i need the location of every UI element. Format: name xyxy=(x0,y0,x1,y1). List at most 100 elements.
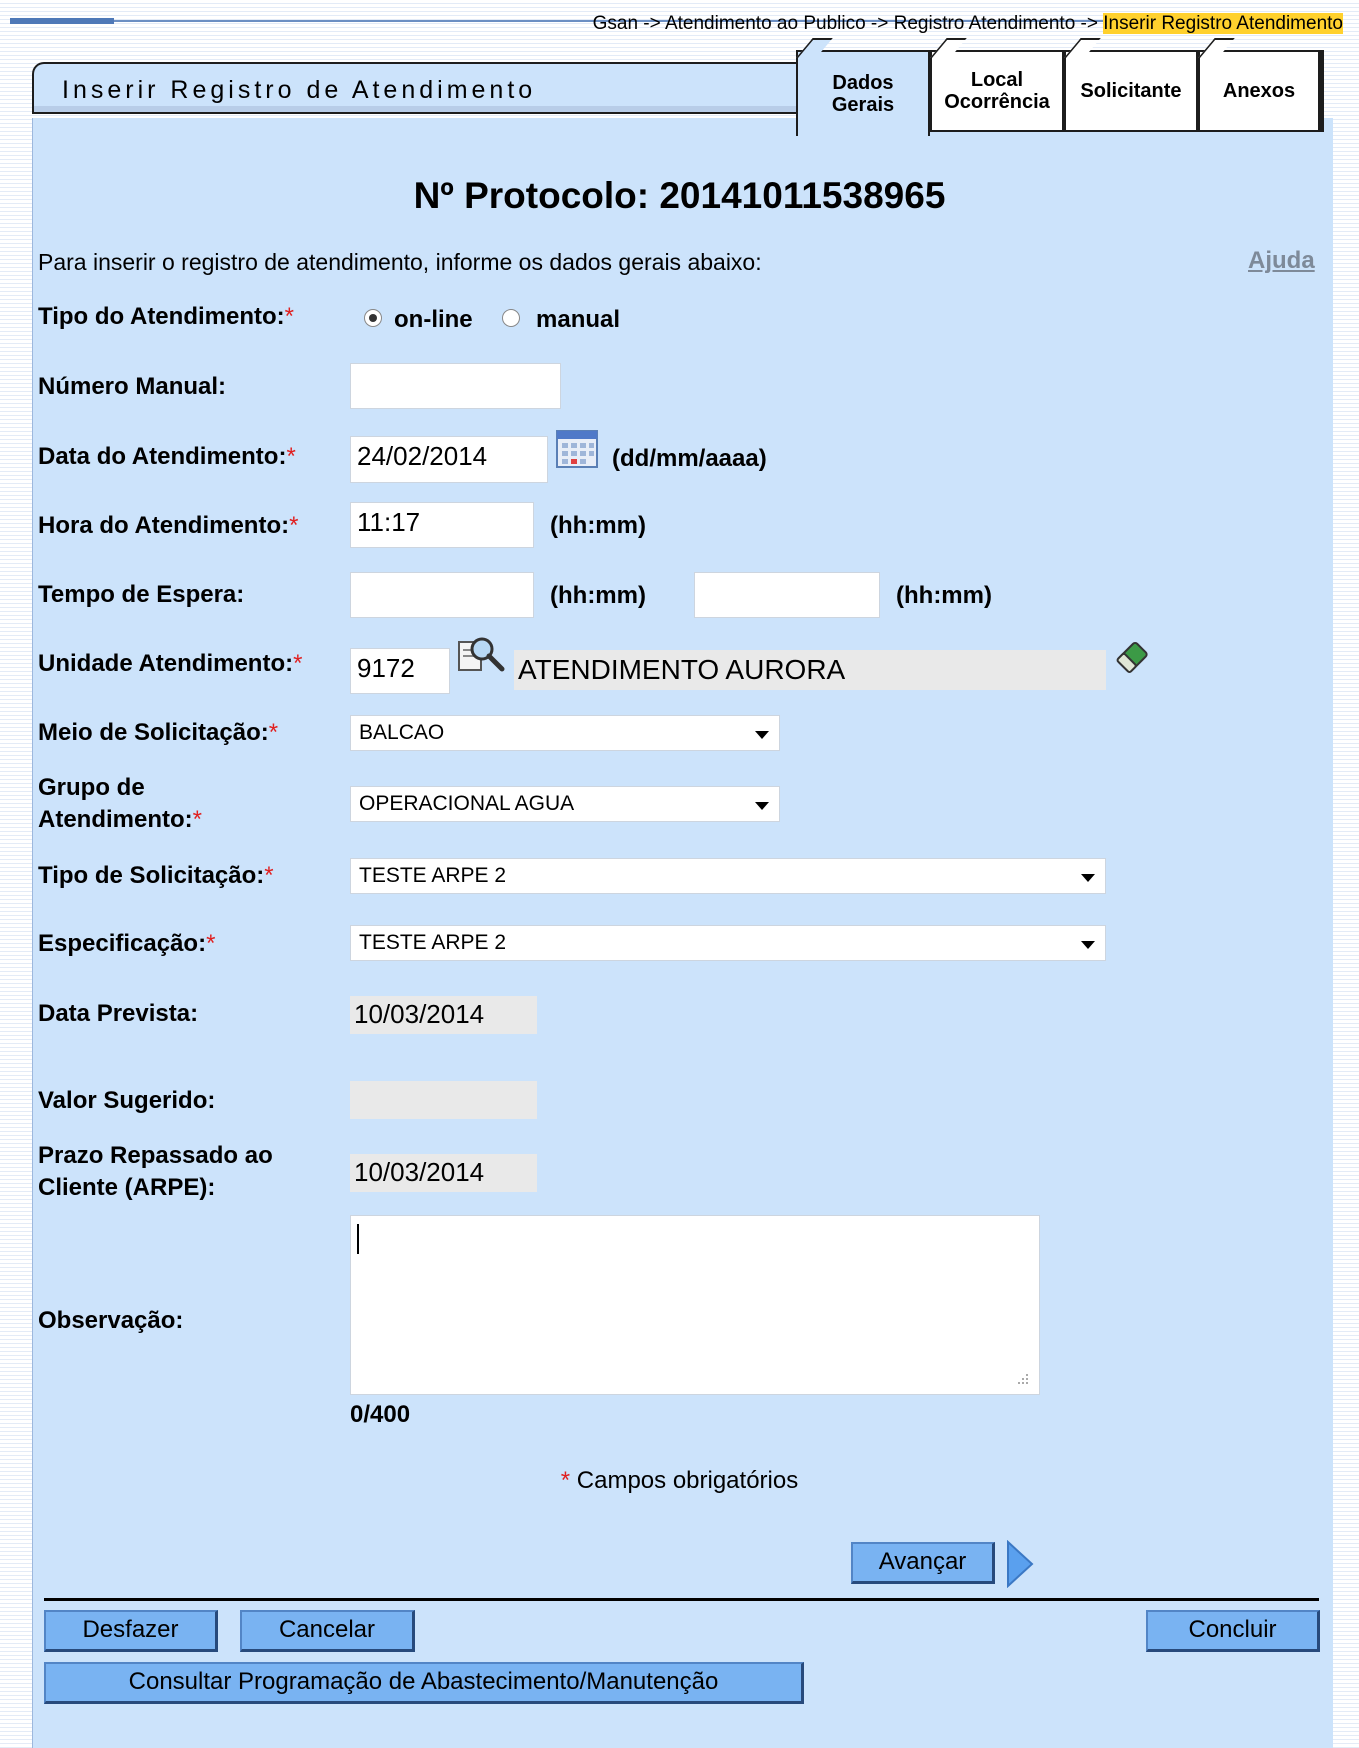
required-marker: * xyxy=(560,1467,571,1494)
tab-dados-gerais[interactable]: Dados Gerais xyxy=(796,38,930,136)
consultar-programacao-button[interactable]: Consultar Programação de Abastecimento/M… xyxy=(44,1662,804,1704)
footer-divider xyxy=(44,1598,1319,1601)
window-title-bar: Inserir Registro de Atendimento xyxy=(32,62,796,114)
calendar-icon[interactable] xyxy=(556,430,598,468)
tab-notch xyxy=(930,38,967,58)
tab-label: Dados xyxy=(832,72,894,94)
radio-manual-label: manual xyxy=(536,306,621,333)
select-value: TESTE ARPE 2 xyxy=(359,931,507,954)
label-tempo-espera: Tempo de Espera: xyxy=(38,581,245,608)
required-marker: * xyxy=(264,862,274,889)
label-observacao: Observação: xyxy=(38,1307,184,1334)
label-hora-atendimento: Hora do Atendimento:* xyxy=(38,511,298,541)
label-text: Atendimento: xyxy=(38,806,193,833)
prazo-repassado-display: 10/03/2014 xyxy=(350,1154,537,1192)
label-valor-sugerido: Valor Sugerido: xyxy=(38,1087,216,1114)
select-value: OPERACIONAL AGUA xyxy=(359,792,575,815)
hora-format-hint: (hh:mm) xyxy=(550,512,646,539)
intro-text: Para inserir o registro de atendimento, … xyxy=(38,249,762,275)
valor-sugerido-display xyxy=(350,1081,537,1119)
label-text: Hora do Atendimento: xyxy=(38,512,290,539)
required-marker: * xyxy=(192,806,202,833)
tab-notch xyxy=(1064,38,1101,58)
label-text: Cliente (ARPE): xyxy=(38,1174,216,1201)
required-note-text: Campos obrigatórios xyxy=(576,1467,799,1494)
required-marker: * xyxy=(286,443,296,470)
label-especificacao: Especificação:* xyxy=(38,929,215,959)
label-unidade-atendimento: Unidade Atendimento:* xyxy=(38,649,302,679)
chevron-down-icon xyxy=(1081,874,1095,882)
label-text: Especificação: xyxy=(38,930,207,957)
breadcrumb: Gsan -> Atendimento ao Publico -> Regist… xyxy=(593,12,1343,36)
data-prevista-display: 10/03/2014 xyxy=(350,996,537,1034)
observacao-textarea[interactable] xyxy=(350,1215,1040,1395)
label-meio-solicitacao: Meio de Solicitação:* xyxy=(38,718,278,748)
tipo-solicitacao-select[interactable]: TESTE ARPE 2 xyxy=(350,858,1106,894)
tab-label: Anexos xyxy=(1222,80,1296,102)
unidade-codigo-input[interactable]: 9172 xyxy=(350,648,450,694)
tempo-espera-hint-2: (hh:mm) xyxy=(896,582,992,609)
required-marker: * xyxy=(206,930,216,957)
tempo-espera-inicio-input[interactable] xyxy=(350,572,534,618)
label-text: Meio de Solicitação: xyxy=(38,719,269,746)
radio-manual[interactable] xyxy=(502,309,520,327)
chevron-down-icon xyxy=(755,802,769,810)
tab-label: Local xyxy=(970,69,1024,91)
breadcrumb-path: Gsan -> Atendimento ao Publico -> Regist… xyxy=(592,13,1104,34)
chevron-down-icon xyxy=(755,731,769,739)
label-prazo-repassado: Prazo Repassado ao Cliente (ARPE): xyxy=(38,1140,273,1204)
desfazer-button[interactable]: Desfazer xyxy=(44,1610,218,1652)
tab-local-ocorrencia[interactable]: Local Ocorrência xyxy=(930,38,1064,132)
window-title: Inserir Registro de Atendimento xyxy=(62,76,537,104)
label-tipo-solicitacao: Tipo de Solicitação:* xyxy=(38,861,274,891)
tab-notch xyxy=(1198,38,1235,58)
label-text: Grupo de xyxy=(38,774,145,801)
tab-label: Gerais xyxy=(831,94,895,116)
avancar-button[interactable]: Avançar xyxy=(851,1542,995,1584)
especificacao-select[interactable]: TESTE ARPE 2 xyxy=(350,925,1106,961)
radio-online-label: on-line xyxy=(394,306,473,333)
hora-atendimento-input[interactable]: 11:17 xyxy=(350,502,534,548)
data-atendimento-input[interactable]: 24/02/2014 xyxy=(350,436,548,483)
protocol-number: Nº Protocolo: 20141011538965 xyxy=(413,175,946,216)
data-format-hint: (dd/mm/aaaa) xyxy=(612,445,767,472)
concluir-button[interactable]: Concluir xyxy=(1146,1610,1320,1652)
numero-manual-input[interactable] xyxy=(350,363,561,409)
label-text: Data do Atendimento: xyxy=(38,443,287,470)
tab-solicitante[interactable]: Solicitante xyxy=(1064,38,1198,132)
unidade-nome-display: ATENDIMENTO AURORA xyxy=(514,650,1106,690)
meio-solicitacao-select[interactable]: BALCAO xyxy=(350,715,780,751)
magnifier-search-icon[interactable] xyxy=(456,632,506,682)
select-value: TESTE ARPE 2 xyxy=(359,864,507,887)
text-cursor xyxy=(357,1224,359,1254)
resize-grip-icon[interactable] xyxy=(1012,1370,1030,1388)
tempo-espera-fim-input[interactable] xyxy=(694,572,880,618)
tab-anexos[interactable]: Anexos xyxy=(1198,38,1324,132)
label-tipo-atendimento: Tipo do Atendimento:* xyxy=(38,302,294,332)
required-marker: * xyxy=(293,650,303,677)
label-text: Prazo Repassado ao xyxy=(38,1142,273,1169)
label-data-prevista: Data Prevista: xyxy=(38,1000,199,1027)
help-link[interactable]: Ajuda xyxy=(1248,247,1315,275)
radio-online[interactable] xyxy=(364,309,382,327)
required-fields-note: * Campos obrigatórios xyxy=(0,1467,1359,1495)
cancelar-button[interactable]: Cancelar xyxy=(240,1610,415,1652)
tab-label: Solicitante xyxy=(1080,80,1182,102)
tab-label: Ocorrência xyxy=(944,91,1050,113)
chevron-down-icon xyxy=(1081,941,1095,949)
label-text: Unidade Atendimento: xyxy=(38,650,294,677)
required-marker: * xyxy=(289,512,299,539)
label-text: Tipo de Solicitação: xyxy=(38,862,265,889)
grupo-atendimento-select[interactable]: OPERACIONAL AGUA xyxy=(350,786,780,822)
label-text: Tipo do Atendimento: xyxy=(38,303,285,330)
label-numero-manual: Número Manual: xyxy=(38,373,227,400)
required-marker: * xyxy=(284,303,294,330)
required-marker: * xyxy=(268,719,279,746)
breadcrumb-current: Inserir Registro Atendimento xyxy=(1103,13,1343,34)
label-data-atendimento: Data do Atendimento:* xyxy=(38,442,296,472)
observacao-char-counter: 0/400 xyxy=(350,1401,411,1428)
eraser-icon[interactable] xyxy=(1112,636,1154,680)
arrow-right-icon[interactable] xyxy=(1005,1539,1035,1589)
top-rule-accent xyxy=(10,18,114,24)
tempo-espera-hint-1: (hh:mm) xyxy=(550,582,646,609)
